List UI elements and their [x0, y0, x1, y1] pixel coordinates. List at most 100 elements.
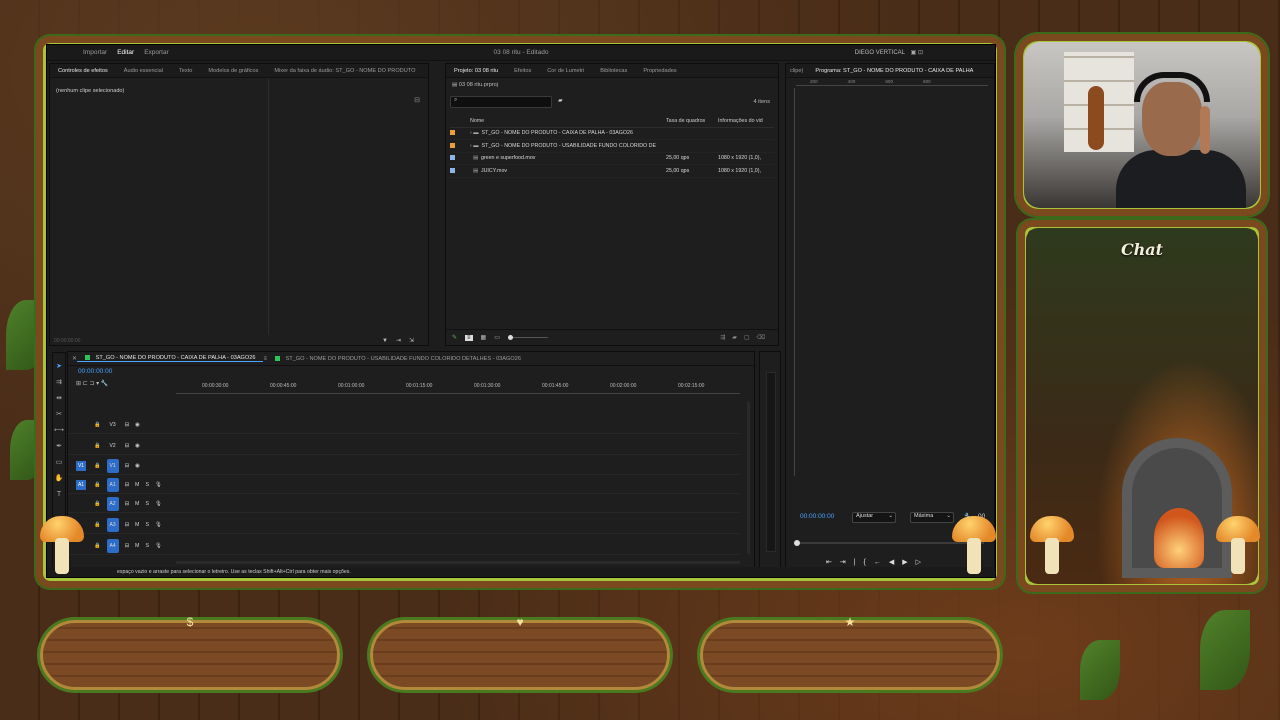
ripple-edit-icon[interactable]: ⇹: [53, 391, 65, 407]
timeline-timecode[interactable]: 00:00:00:00: [78, 368, 112, 375]
lock-icon[interactable]: 🔒: [94, 522, 101, 528]
tab-project[interactable]: Projeto: 03 08 ritu: [446, 68, 506, 74]
leaf-decoration: [1080, 640, 1120, 700]
track-a3[interactable]: 🔒 A3 ⊟MS🎙: [68, 516, 740, 534]
tab-program[interactable]: Programa: ST_GO - NOME DO PRODUTO - CAIX…: [807, 68, 981, 74]
effect-controls-divider[interactable]: [268, 78, 269, 335]
track-v1[interactable]: V1 🔒 V1 ⊟◉: [68, 457, 740, 475]
menu-edit[interactable]: Editar: [117, 49, 134, 56]
lock-icon[interactable]: 🔒: [94, 422, 101, 428]
follow-plank: ♥: [370, 615, 670, 690]
project-search-input[interactable]: ⌕: [450, 96, 552, 108]
timeline-vertical-scrollbar[interactable]: [747, 402, 750, 554]
source-patch-v1[interactable]: V1: [76, 460, 86, 471]
track-controls[interactable]: ⊟MS🎙: [125, 522, 168, 528]
label-color[interactable]: [450, 164, 470, 178]
clip-icon[interactable]: ▤ JUICY.mov: [470, 164, 666, 178]
track-v3[interactable]: 🔒 V3 ⊟◉: [68, 416, 740, 434]
track-a4[interactable]: 🔒 A4 ⊟MS🎙: [68, 537, 740, 555]
tab-text[interactable]: Texto: [171, 68, 200, 74]
track-name[interactable]: A3: [106, 517, 119, 532]
tab-effects[interactable]: Efeitos: [506, 68, 539, 74]
project-bottom-icons[interactable]: ⇶▰▢⌫: [720, 334, 772, 341]
tab-effect-controls[interactable]: Controles de efeitos: [50, 68, 116, 74]
fit-dropdown[interactable]: Ajustar ⌄: [852, 512, 896, 523]
tab-sequence-usabilidade[interactable]: ST_GO - NOME DO PRODUTO - USABILIDADE FU…: [267, 356, 529, 362]
track-controls[interactable]: ⊟◉: [125, 463, 146, 469]
label-color[interactable]: [450, 152, 470, 165]
timeline-ruler[interactable]: 00:00:30:00 00:00:45:00 00:01:00:00 00:01:1…: [176, 382, 740, 394]
lock-icon[interactable]: 🔒: [94, 463, 101, 469]
program-timecode[interactable]: 00:00:00:00: [800, 513, 834, 520]
ruler-tick-label: 00:00:45:00: [270, 383, 297, 389]
tab-libraries[interactable]: Bibliotecas: [592, 68, 635, 74]
new-bin-icon[interactable]: ▰: [558, 97, 563, 104]
track-a2[interactable]: 🔒 A2 ⊟MS🎙: [68, 495, 740, 513]
project-item-row[interactable]: ▤ green e superfood.mov 25,00 qps 1080 x 19…: [450, 152, 774, 165]
track-name[interactable]: V1: [106, 458, 119, 473]
label-color[interactable]: [450, 127, 470, 140]
tab-properties[interactable]: Propriedades: [635, 68, 684, 74]
list-view-icon[interactable]: ≡: [465, 334, 473, 341]
workspace-label[interactable]: DIEGO VERTICAL: [855, 50, 905, 56]
type-tool-icon[interactable]: T: [53, 487, 65, 503]
transport-controls[interactable]: ⇤⇥|{←◀▶▷: [826, 558, 929, 566]
track-select-icon[interactable]: ⇉: [53, 375, 65, 391]
folder-icon[interactable]: › ▬ ST_GO - NOME DO PRODUTO - USABILIDADE…: [470, 139, 666, 153]
slip-tool-icon[interactable]: ⟷: [53, 423, 65, 439]
zoom-slider[interactable]: [507, 335, 548, 340]
tab-graphic-templates[interactable]: Modelos de gráficos: [200, 68, 266, 74]
track-controls[interactable]: ⊟◉: [125, 422, 146, 428]
pen-tool-icon[interactable]: ✒: [53, 439, 65, 455]
project-item-info: 1080 x 1920 (1,0),: [718, 164, 774, 178]
track-a1[interactable]: A1 🔒 A1 ⊟MS🎙: [68, 476, 740, 494]
icon-view-icon[interactable]: ▦: [481, 334, 487, 341]
timeline-horizontal-scrollbar[interactable]: [176, 561, 740, 564]
track-name[interactable]: V2: [107, 439, 119, 453]
project-item-row[interactable]: ▤ JUICY.mov 25,00 qps 1080 x 1920 (1,0),: [450, 164, 774, 178]
workspace-icons[interactable]: ▣ ⊡: [911, 49, 923, 56]
column-fps[interactable]: Taxa de quadros: [666, 116, 718, 128]
project-bottom-bar: ✎ ≡ ▦ ▭ ⇶▰▢⌫: [446, 329, 778, 345]
project-item-row[interactable]: › ▬ ST_GO - NOME DO PRODUTO - CAIXA DE PA…: [450, 127, 774, 140]
lock-icon[interactable]: 🔒: [94, 482, 101, 488]
track-name[interactable]: A4: [106, 538, 119, 553]
selection-tool-icon[interactable]: ➤: [53, 359, 65, 375]
hand-tool-icon[interactable]: ✋: [53, 471, 65, 487]
clip-icon[interactable]: ▤ green e superfood.mov: [470, 152, 666, 165]
track-name[interactable]: A2: [106, 496, 119, 511]
panel-menu-icon[interactable]: ⊟: [414, 96, 420, 104]
tab-source-clip[interactable]: clipe): [786, 68, 807, 74]
mushroom-decoration: [1216, 516, 1260, 576]
menu-import[interactable]: Importar: [83, 49, 107, 56]
source-patch-a1[interactable]: A1: [76, 479, 86, 490]
track-v2[interactable]: 🔒 V2 ⊟◉: [68, 437, 740, 455]
razor-icon[interactable]: ✂: [53, 407, 65, 423]
track-controls[interactable]: ⊟MS🎙: [125, 501, 168, 507]
lock-icon[interactable]: 🔒: [94, 443, 101, 449]
timeline-tool-icons[interactable]: ⊞ ⊏ ⊐ ▾ 🔧: [76, 380, 108, 387]
lock-icon[interactable]: 🔒: [94, 501, 101, 507]
column-name[interactable]: Nome: [470, 116, 666, 128]
column-video-info[interactable]: Informações do vid: [718, 116, 774, 128]
lock-icon[interactable]: 🔒: [94, 543, 101, 549]
freeform-view-icon[interactable]: ▭: [494, 334, 500, 341]
folder-icon[interactable]: › ▬ ST_GO - NOME DO PRODUTO - CAIXA DE PA…: [470, 127, 666, 140]
track-controls[interactable]: ⊟◉: [125, 443, 146, 449]
label-color[interactable]: [450, 139, 470, 153]
project-item-row[interactable]: › ▬ ST_GO - NOME DO PRODUTO - USABILIDADE…: [450, 139, 774, 153]
quality-dropdown[interactable]: Máxima ⌄: [910, 512, 954, 523]
track-name[interactable]: V3: [107, 418, 119, 432]
track-controls[interactable]: ⊟MS🎙: [125, 543, 168, 549]
tab-audio-mixer[interactable]: Mixer da faixa de áudio: ST_GO - NOME DO…: [266, 68, 423, 74]
rectangle-tool-icon[interactable]: ▭: [53, 455, 65, 471]
filter-icon[interactable]: ▼⇥⇲: [382, 337, 422, 344]
tab-essential-audio[interactable]: Áudio essencial: [116, 68, 171, 74]
menu-export[interactable]: Exportar: [144, 49, 169, 56]
project-path: ▤ 03 08 ritu.prproj: [452, 82, 499, 88]
tab-lumetri[interactable]: Cor de Lumetri: [539, 68, 592, 74]
track-name[interactable]: A1: [106, 477, 119, 492]
tab-sequence-caixa[interactable]: ST_GO - NOME DO PRODUTO - CAIXA DE PALHA…: [77, 355, 264, 362]
pencil-icon[interactable]: ✎: [452, 334, 457, 341]
track-controls[interactable]: ⊟MS🎙: [125, 482, 168, 488]
